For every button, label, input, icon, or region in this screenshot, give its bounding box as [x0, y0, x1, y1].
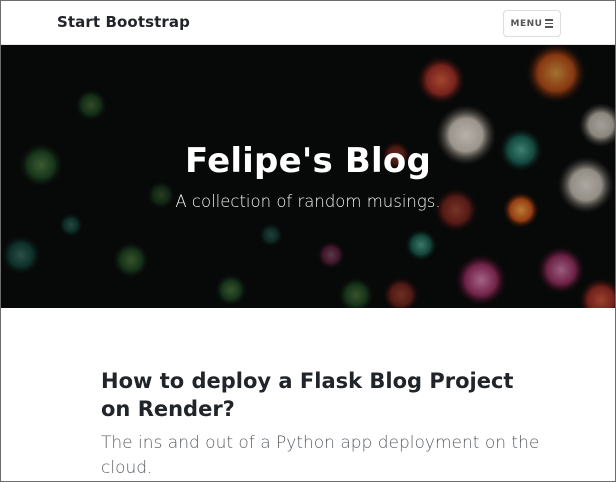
post-preview[interactable]: How to deploy a Flask Blog Project on Re… — [101, 367, 541, 481]
brand-link[interactable]: Start Bootstrap — [57, 13, 190, 31]
hamburger-icon — [545, 19, 554, 28]
site-title: Felipe's Blog — [185, 141, 431, 181]
menu-button[interactable]: MENU — [503, 10, 561, 37]
menu-label: MENU — [510, 18, 543, 29]
post-title[interactable]: How to deploy a Flask Blog Project on Re… — [101, 367, 541, 423]
browser-viewport: Start Bootstrap MENU Felipe's Blog A col… — [0, 0, 616, 482]
navbar: Start Bootstrap MENU — [1, 1, 615, 45]
post-subtitle[interactable]: The ins and out of a Python app deployme… — [101, 431, 541, 481]
site-subtitle: A collection of random musings. — [175, 192, 441, 211]
masthead: Felipe's Blog A collection of random mus… — [1, 45, 615, 308]
